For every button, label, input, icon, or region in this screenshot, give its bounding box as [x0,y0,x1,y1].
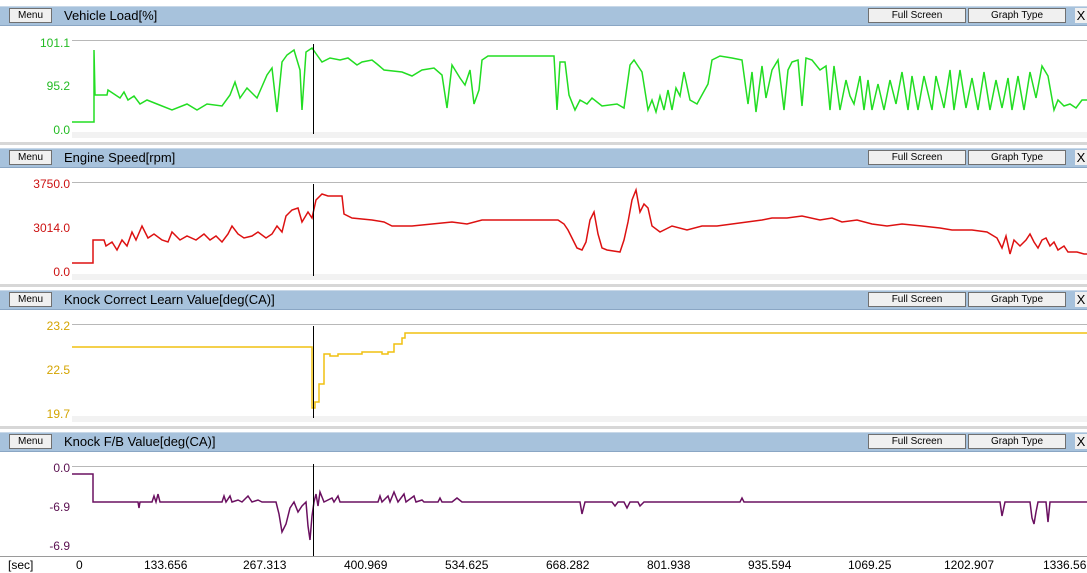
panel-vehicle-load: Menu Vehicle Load[%] Full Screen Graph T… [0,0,1087,142]
time-axis-unit: [sec] [8,558,34,572]
x-tick-label: 267.313 [243,558,287,572]
y-tick-min: 0.0 [53,123,70,137]
y-tick-max: 23.2 [46,319,70,333]
y-tick-mid: 3014.0 [33,221,70,235]
x-tick-label: 935.594 [748,558,792,572]
x-tick-label: 801.938 [647,558,691,572]
y-tick-min: -6.9 [49,539,70,553]
x-tick-label: 1336.56 [1043,558,1087,572]
menu-button[interactable]: Menu [9,434,52,449]
x-tick-label: 668.282 [546,558,590,572]
panel-knock-correct-learn: Menu Knock Correct Learn Value[deg(CA)] … [0,284,1087,426]
x-tick-label: 0 [76,558,83,572]
x-tick-label: 1202.907 [944,558,995,572]
time-axis: [sec] 0 133.656 267.313 400.969 534.625 … [0,556,1087,573]
y-tick-min: 0.0 [53,265,70,279]
y-tick-max: 101.1 [39,36,70,50]
engine-speed-trace [72,187,1087,264]
y-tick-mid: -6.9 [49,500,70,514]
vehicle-load-trace [72,46,1087,123]
menu-button[interactable]: Menu [9,8,52,23]
y-tick-max: 3750.0 [33,177,70,191]
x-tick-label: 1069.25 [848,558,892,572]
x-tick-label: 534.625 [445,558,489,572]
time-cursor-line[interactable] [313,44,314,134]
panel-knock-fb: Menu Knock F/B Value[deg(CA)] Full Scree… [0,426,1087,568]
time-cursor-line[interactable] [313,184,314,276]
x-tick-label: 400.969 [344,558,388,572]
y-tick-mid: 95.2 [46,79,70,93]
y-tick-mid: 22.5 [46,363,70,377]
time-cursor-line[interactable] [313,326,314,418]
panel-engine-speed: Menu Engine Speed[rpm] Full Screen Graph… [0,142,1087,284]
menu-button[interactable]: Menu [9,292,52,307]
y-tick-min: 19.7 [46,407,70,421]
x-tick-label: 133.656 [144,558,188,572]
knock-correct-learn-trace [72,332,1087,409]
knock-fb-trace [72,473,1087,541]
menu-button[interactable]: Menu [9,150,52,165]
y-tick-max: 0.0 [53,461,70,475]
time-cursor-line[interactable] [313,464,314,556]
